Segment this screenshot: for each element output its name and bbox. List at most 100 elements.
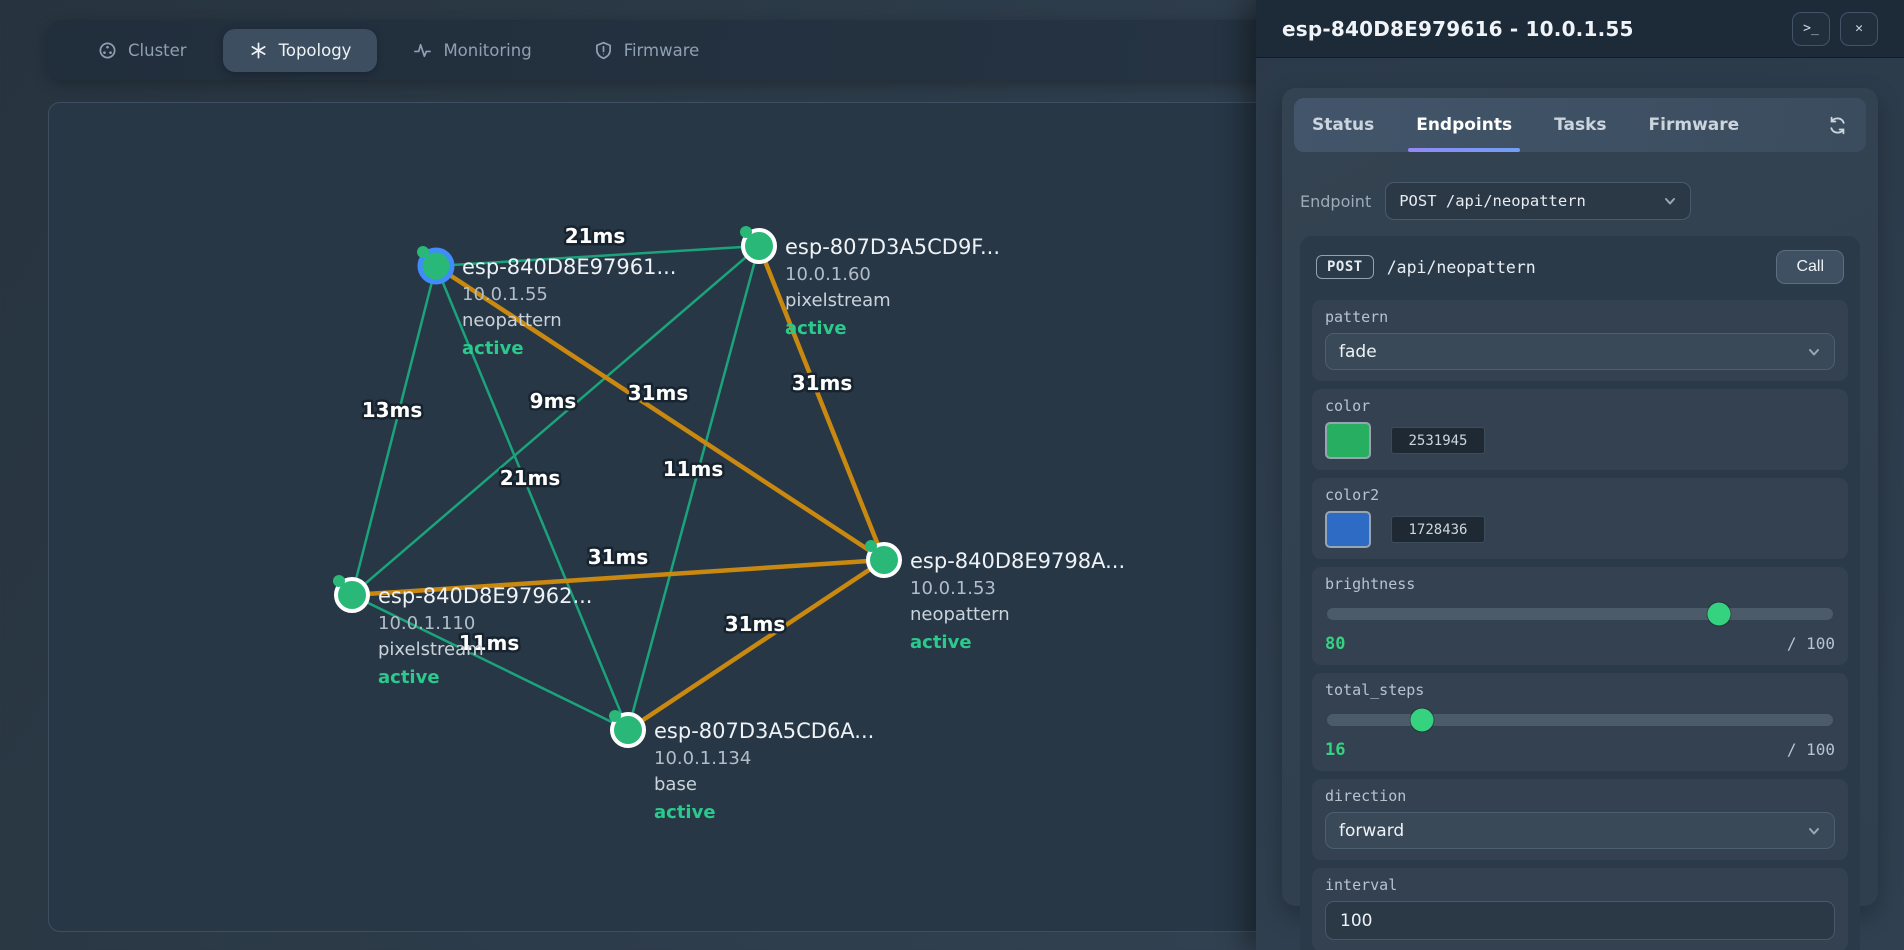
topology-node[interactable]: esp-840D8E97961... 10.0.1.55 neopattern act…	[417, 246, 676, 359]
node-type-label: pixelstream	[378, 639, 484, 660]
brightness-value: 80	[1325, 634, 1345, 654]
field-label: pattern	[1325, 308, 1835, 326]
brightness-slider-thumb[interactable]	[1708, 603, 1731, 626]
node-status-label: active	[378, 667, 440, 688]
endpoint-select-value: POST /api/neopattern	[1399, 192, 1586, 210]
nav-label: Monitoring	[443, 41, 531, 60]
color-swatch[interactable]	[1325, 422, 1371, 459]
edge-latency-label: 21ms	[500, 466, 561, 490]
color2-value-input[interactable]: 1728436	[1391, 516, 1485, 543]
interval-input[interactable]: 100	[1325, 901, 1835, 940]
endpoint-path: /api/neopattern	[1387, 258, 1536, 277]
call-button[interactable]: Call	[1776, 250, 1844, 284]
field-total-steps: total_steps 16 / 100	[1312, 673, 1848, 771]
firmware-icon	[594, 41, 613, 60]
endpoint-selector-row: Endpoint POST /api/neopattern	[1300, 182, 1860, 220]
nav-item-topology[interactable]: Topology	[223, 29, 378, 72]
topology-graph: 21ms13ms21ms9ms11ms11ms31ms31ms31ms31mse…	[49, 103, 1311, 933]
topology-node[interactable]: esp-840D8E9798A... 10.0.1.53 neopattern act…	[865, 540, 1125, 653]
field-color: color 2531945	[1312, 389, 1848, 470]
node-status-label: active	[785, 318, 847, 339]
node-type-label: neopattern	[910, 604, 1010, 625]
node-name-label: esp-840D8E9798A...	[910, 549, 1125, 573]
terminal-button[interactable]: >_	[1792, 12, 1830, 46]
device-panel-title: esp-840D8E979616 - 10.0.1.55	[1282, 17, 1634, 41]
edge-latency-label: 11ms	[663, 457, 724, 481]
close-button[interactable]: ✕	[1840, 12, 1878, 46]
field-label: color	[1325, 397, 1835, 415]
total-steps-max: / 100	[1787, 740, 1835, 760]
close-icon: ✕	[1855, 21, 1863, 36]
node-status-label: active	[910, 632, 972, 653]
chevron-down-icon	[1663, 194, 1677, 208]
chevron-down-icon	[1807, 345, 1821, 359]
node-type-label: base	[654, 774, 697, 795]
topology-canvas[interactable]: 21ms13ms21ms9ms11ms11ms31ms31ms31ms31mse…	[48, 102, 1310, 932]
edge-latency-label: 21ms	[565, 224, 626, 248]
edge-latency-label: 31ms	[725, 612, 786, 636]
endpoint-selector-label: Endpoint	[1300, 192, 1371, 211]
pattern-select-value: fade	[1339, 342, 1377, 362]
node-name-label: esp-807D3A5CD6A...	[654, 719, 874, 743]
refresh-icon	[1827, 115, 1848, 136]
brightness-slider[interactable]	[1327, 608, 1833, 620]
device-panel: esp-840D8E979616 - 10.0.1.55 >_ ✕ Status…	[1256, 0, 1904, 950]
refresh-button[interactable]	[1827, 98, 1848, 152]
topology-node[interactable]: esp-807D3A5CD6A... 10.0.1.134 base active	[609, 710, 874, 823]
node-ip-label: 10.0.1.60	[785, 264, 871, 285]
tab-tasks[interactable]: Tasks	[1554, 98, 1606, 152]
field-interval: interval 100	[1312, 868, 1848, 950]
node-ip-label: 10.0.1.53	[910, 578, 996, 599]
tab-firmware[interactable]: Firmware	[1649, 98, 1740, 152]
edge-latency-label: 31ms	[588, 545, 649, 569]
device-panel-header: esp-840D8E979616 - 10.0.1.55 >_ ✕	[1256, 0, 1904, 58]
field-brightness: brightness 80 / 100	[1312, 567, 1848, 665]
field-label: color2	[1325, 486, 1835, 504]
monitoring-icon	[413, 41, 432, 60]
field-label: direction	[1325, 787, 1835, 805]
field-color2: color2 1728436	[1312, 478, 1848, 559]
node-ip-label: 10.0.1.134	[654, 748, 751, 769]
node-name-label: esp-840D8E97962...	[378, 584, 592, 608]
nav-item-monitoring[interactable]: Monitoring	[387, 29, 557, 72]
field-pattern: pattern fade	[1312, 300, 1848, 381]
topology-edge	[352, 266, 436, 595]
nav-label: Topology	[279, 41, 352, 60]
pattern-select[interactable]: fade	[1325, 333, 1835, 370]
tab-endpoints[interactable]: Endpoints	[1416, 98, 1512, 152]
node-name-label: esp-840D8E97961...	[462, 255, 676, 279]
node-type-label: pixelstream	[785, 290, 891, 311]
nav-item-cluster[interactable]: Cluster	[72, 29, 213, 72]
brightness-max: / 100	[1787, 634, 1835, 654]
edge-latency-label: 31ms	[792, 371, 853, 395]
color-value-input[interactable]: 2531945	[1391, 427, 1485, 454]
total-steps-value: 16	[1325, 740, 1345, 760]
node-status-dot	[333, 575, 345, 587]
total-steps-slider[interactable]	[1327, 714, 1833, 726]
nav-item-firmware[interactable]: Firmware	[568, 29, 726, 72]
direction-select-value: forward	[1339, 821, 1404, 841]
topology-icon	[249, 41, 268, 60]
edge-latency-label: 31ms	[628, 381, 689, 405]
field-label: total_steps	[1325, 681, 1835, 699]
endpoint-select[interactable]: POST /api/neopattern	[1385, 182, 1691, 220]
direction-select[interactable]: forward	[1325, 812, 1835, 849]
method-badge: POST	[1316, 255, 1374, 279]
edge-latency-label: 9ms	[530, 389, 577, 413]
chevron-down-icon	[1807, 824, 1821, 838]
topology-node[interactable]: esp-807D3A5CD9F... 10.0.1.60 pixelstream ac…	[740, 226, 1000, 339]
tab-status[interactable]: Status	[1312, 98, 1374, 152]
node-status-dot	[865, 540, 877, 552]
node-status-label: active	[462, 338, 524, 359]
node-ip-label: 10.0.1.55	[462, 284, 548, 305]
color2-swatch[interactable]	[1325, 511, 1371, 548]
nav-label: Firmware	[624, 41, 700, 60]
node-status-label: active	[654, 802, 716, 823]
field-direction: direction forward	[1312, 779, 1848, 860]
terminal-icon: >_	[1803, 21, 1819, 36]
node-status-dot	[609, 710, 621, 722]
device-detail-card: Status Endpoints Tasks Firmware Endpoint…	[1282, 88, 1878, 906]
total-steps-slider-thumb[interactable]	[1410, 709, 1433, 732]
node-type-label: neopattern	[462, 310, 562, 331]
node-name-label: esp-807D3A5CD9F...	[785, 235, 1000, 259]
